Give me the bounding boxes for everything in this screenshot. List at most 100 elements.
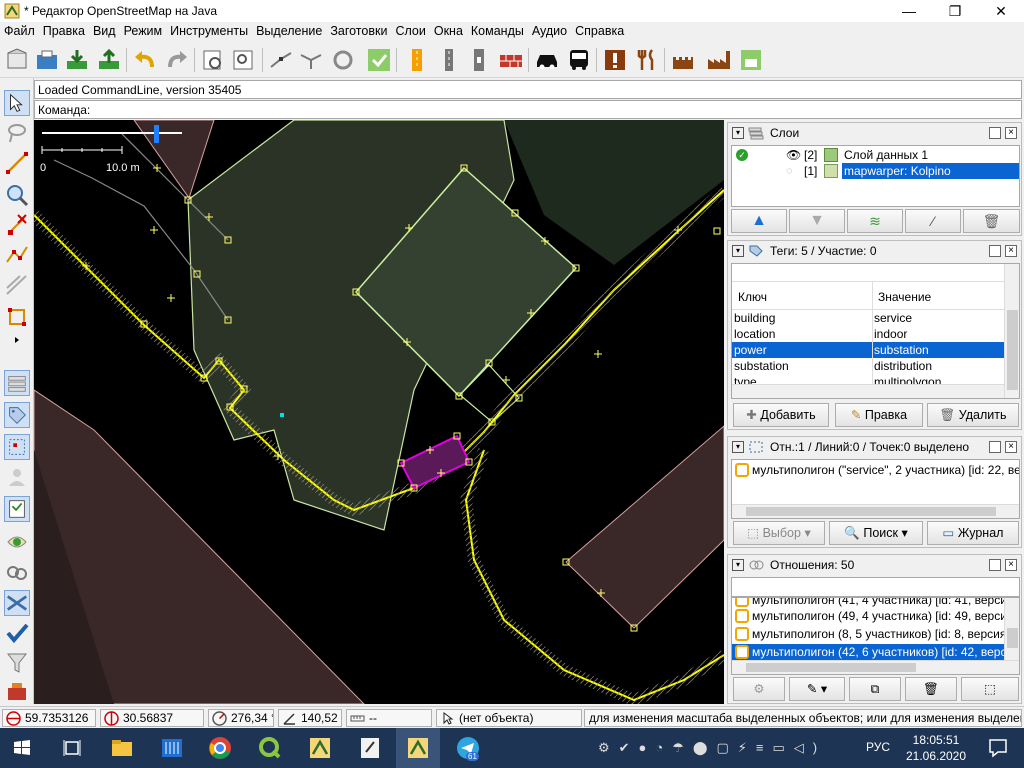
selection-pin-icon[interactable]: [989, 441, 1001, 453]
tag-row[interactable]: location indoor: [732, 326, 1004, 342]
tag-row[interactable]: substation distribution: [732, 358, 1004, 374]
selection-item[interactable]: мультиполигон ("service", 2 участника) […: [732, 462, 1019, 478]
menu-help[interactable]: Справка: [571, 22, 628, 38]
menu-mode[interactable]: Режим: [120, 22, 167, 38]
relation-item[interactable]: мультиполигон (41, 4 участника) [id: 41,…: [732, 598, 1013, 608]
notes-toggle-icon[interactable]: [4, 678, 30, 702]
delete-tag-button[interactable]: 🗑 Удалить: [927, 403, 1019, 427]
tag-row-selected[interactable]: power substation: [732, 342, 1004, 358]
tags-hscrollbar[interactable]: [732, 384, 1004, 398]
extrude-mode-icon[interactable]: [4, 304, 30, 330]
language-indicator[interactable]: РУС: [866, 740, 890, 754]
tray-icons[interactable]: ⚙✔●◔☂⬤▢⚡≡▭◁): [598, 740, 826, 756]
menu-view[interactable]: Вид: [89, 22, 120, 38]
relation-zoom-button[interactable]: ⬚: [961, 677, 1019, 701]
notes-app-icon[interactable]: [356, 734, 384, 762]
relation-item[interactable]: мультиполигон (49, 4 участника) [id: 49,…: [732, 608, 1013, 624]
add-tag-button[interactable]: ✚ Добавить: [733, 403, 829, 427]
menu-layers[interactable]: Слои: [391, 22, 429, 38]
relation-edit-button[interactable]: ✎ ▾: [789, 677, 845, 701]
relations-scrollbar[interactable]: [1004, 598, 1019, 660]
tag-row[interactable]: building service: [732, 310, 1004, 326]
edit-tag-button[interactable]: ✎ Правка: [835, 403, 923, 427]
validate-icon[interactable]: [366, 47, 392, 73]
task-view-icon[interactable]: [58, 734, 86, 762]
conflict-toggle-icon[interactable]: [4, 528, 30, 554]
split-way-icon[interactable]: [268, 47, 294, 73]
relation-item-selected[interactable]: мультиполигон (42, 6 участников) [id: 42…: [732, 644, 1006, 660]
upload-icon[interactable]: [96, 47, 122, 73]
tags-filter-row[interactable]: [732, 264, 1004, 282]
history-button[interactable]: ▭ Журнал: [927, 521, 1019, 545]
relation-duplicate-button[interactable]: ⧉: [849, 677, 901, 701]
select-mode-icon[interactable]: [4, 90, 30, 116]
maximize-button[interactable]: ❐: [932, 0, 978, 22]
combine-way-icon[interactable]: [298, 47, 324, 73]
reverse-way-icon[interactable]: [330, 47, 356, 73]
layers-pin-icon[interactable]: [989, 127, 1001, 139]
preset-restaurant-icon[interactable]: [634, 47, 660, 73]
josm-taskbar-icon[interactable]: [306, 734, 334, 762]
preset-footway-icon[interactable]: [466, 47, 492, 73]
filter-toggle-icon[interactable]: [4, 650, 30, 676]
validator-toggle-icon[interactable]: [4, 620, 30, 646]
move-down-button[interactable]: ▼: [789, 209, 845, 233]
lasso-mode-icon[interactable]: [4, 120, 30, 146]
menu-selection[interactable]: Выделение: [252, 22, 326, 38]
selection-hscrollbar[interactable]: [732, 504, 1019, 518]
tags-collapse-icon[interactable]: ▾: [732, 245, 744, 257]
relations-collapse-icon[interactable]: ▾: [732, 559, 744, 571]
download-icon[interactable]: [64, 47, 90, 73]
layers-collapse-icon[interactable]: ▾: [732, 127, 744, 139]
tags-scrollbar[interactable]: [1004, 264, 1019, 398]
map-canvas[interactable]: 0 10.0 m: [34, 120, 724, 704]
relations-toggle-icon[interactable]: [4, 560, 30, 586]
zoom-mode-icon[interactable]: [4, 182, 30, 208]
command-line[interactable]: Команда:: [34, 100, 1022, 119]
close-button[interactable]: ✕: [978, 0, 1024, 22]
qgis-icon[interactable]: [256, 734, 284, 762]
new-layer-icon[interactable]: [4, 47, 30, 73]
clock[interactable]: 18:05:51 21.06.2020: [896, 732, 976, 764]
minimize-button[interactable]: —: [886, 0, 932, 22]
col-value-header[interactable]: Значение: [878, 290, 931, 304]
merge-nodes-icon[interactable]: [4, 590, 30, 616]
undo-icon[interactable]: [132, 47, 158, 73]
preset-wall-icon[interactable]: [498, 47, 524, 73]
poi-node[interactable]: [280, 413, 284, 417]
tags-pin-icon[interactable]: [989, 245, 1001, 257]
landuse-right[interactable]: [565, 425, 724, 629]
selection-collapse-icon[interactable]: ▾: [732, 441, 744, 453]
search-map-icon[interactable]: [230, 47, 256, 73]
preferences-icon[interactable]: [200, 47, 226, 73]
relation-select-button[interactable]: ⚙: [733, 677, 785, 701]
layer-props-button[interactable]: ⁄: [905, 209, 961, 233]
app-grid-icon[interactable]: [158, 734, 186, 762]
relations-hscrollbar[interactable]: [732, 660, 1019, 674]
commands-toggle-icon[interactable]: [4, 496, 30, 522]
preset-road-icon[interactable]: [404, 47, 430, 73]
merge-layer-button[interactable]: ≋: [847, 209, 903, 233]
draw-mode-icon[interactable]: [4, 150, 30, 176]
search-button[interactable]: 🔍 Поиск ▾: [829, 521, 923, 545]
move-up-button[interactable]: ▲: [731, 209, 787, 233]
redo-icon[interactable]: [164, 47, 190, 73]
relation-item[interactable]: мультиполигон (8, 5 участников) [id: 8, …: [732, 626, 1006, 642]
layer-row-imagery[interactable]: ◌ [1] mapwarper: Kolpino: [732, 163, 1019, 179]
notifications-icon[interactable]: [984, 734, 1012, 762]
visible-eye-icon[interactable]: 👁: [786, 147, 801, 163]
josm-active-icon[interactable]: [404, 734, 432, 762]
selection-close-icon[interactable]: ×: [1005, 441, 1017, 453]
improve-way-icon[interactable]: [4, 242, 30, 268]
layers-close-icon[interactable]: ×: [1005, 127, 1017, 139]
delete-mode-icon[interactable]: [4, 212, 30, 238]
menu-audio[interactable]: Аудио: [528, 22, 571, 38]
menu-commands[interactable]: Команды: [467, 22, 528, 38]
menu-tools[interactable]: Инструменты: [166, 22, 252, 38]
parallel-mode-icon[interactable]: [4, 272, 30, 298]
layer-row-data[interactable]: ✓ 👁 [2] Слой данных 1: [732, 147, 1019, 163]
relations-filter[interactable]: [731, 577, 1020, 597]
windows-start-icon[interactable]: [8, 734, 36, 762]
tags-close-icon[interactable]: ×: [1005, 245, 1017, 257]
relation-delete-button[interactable]: 🗑: [905, 677, 957, 701]
